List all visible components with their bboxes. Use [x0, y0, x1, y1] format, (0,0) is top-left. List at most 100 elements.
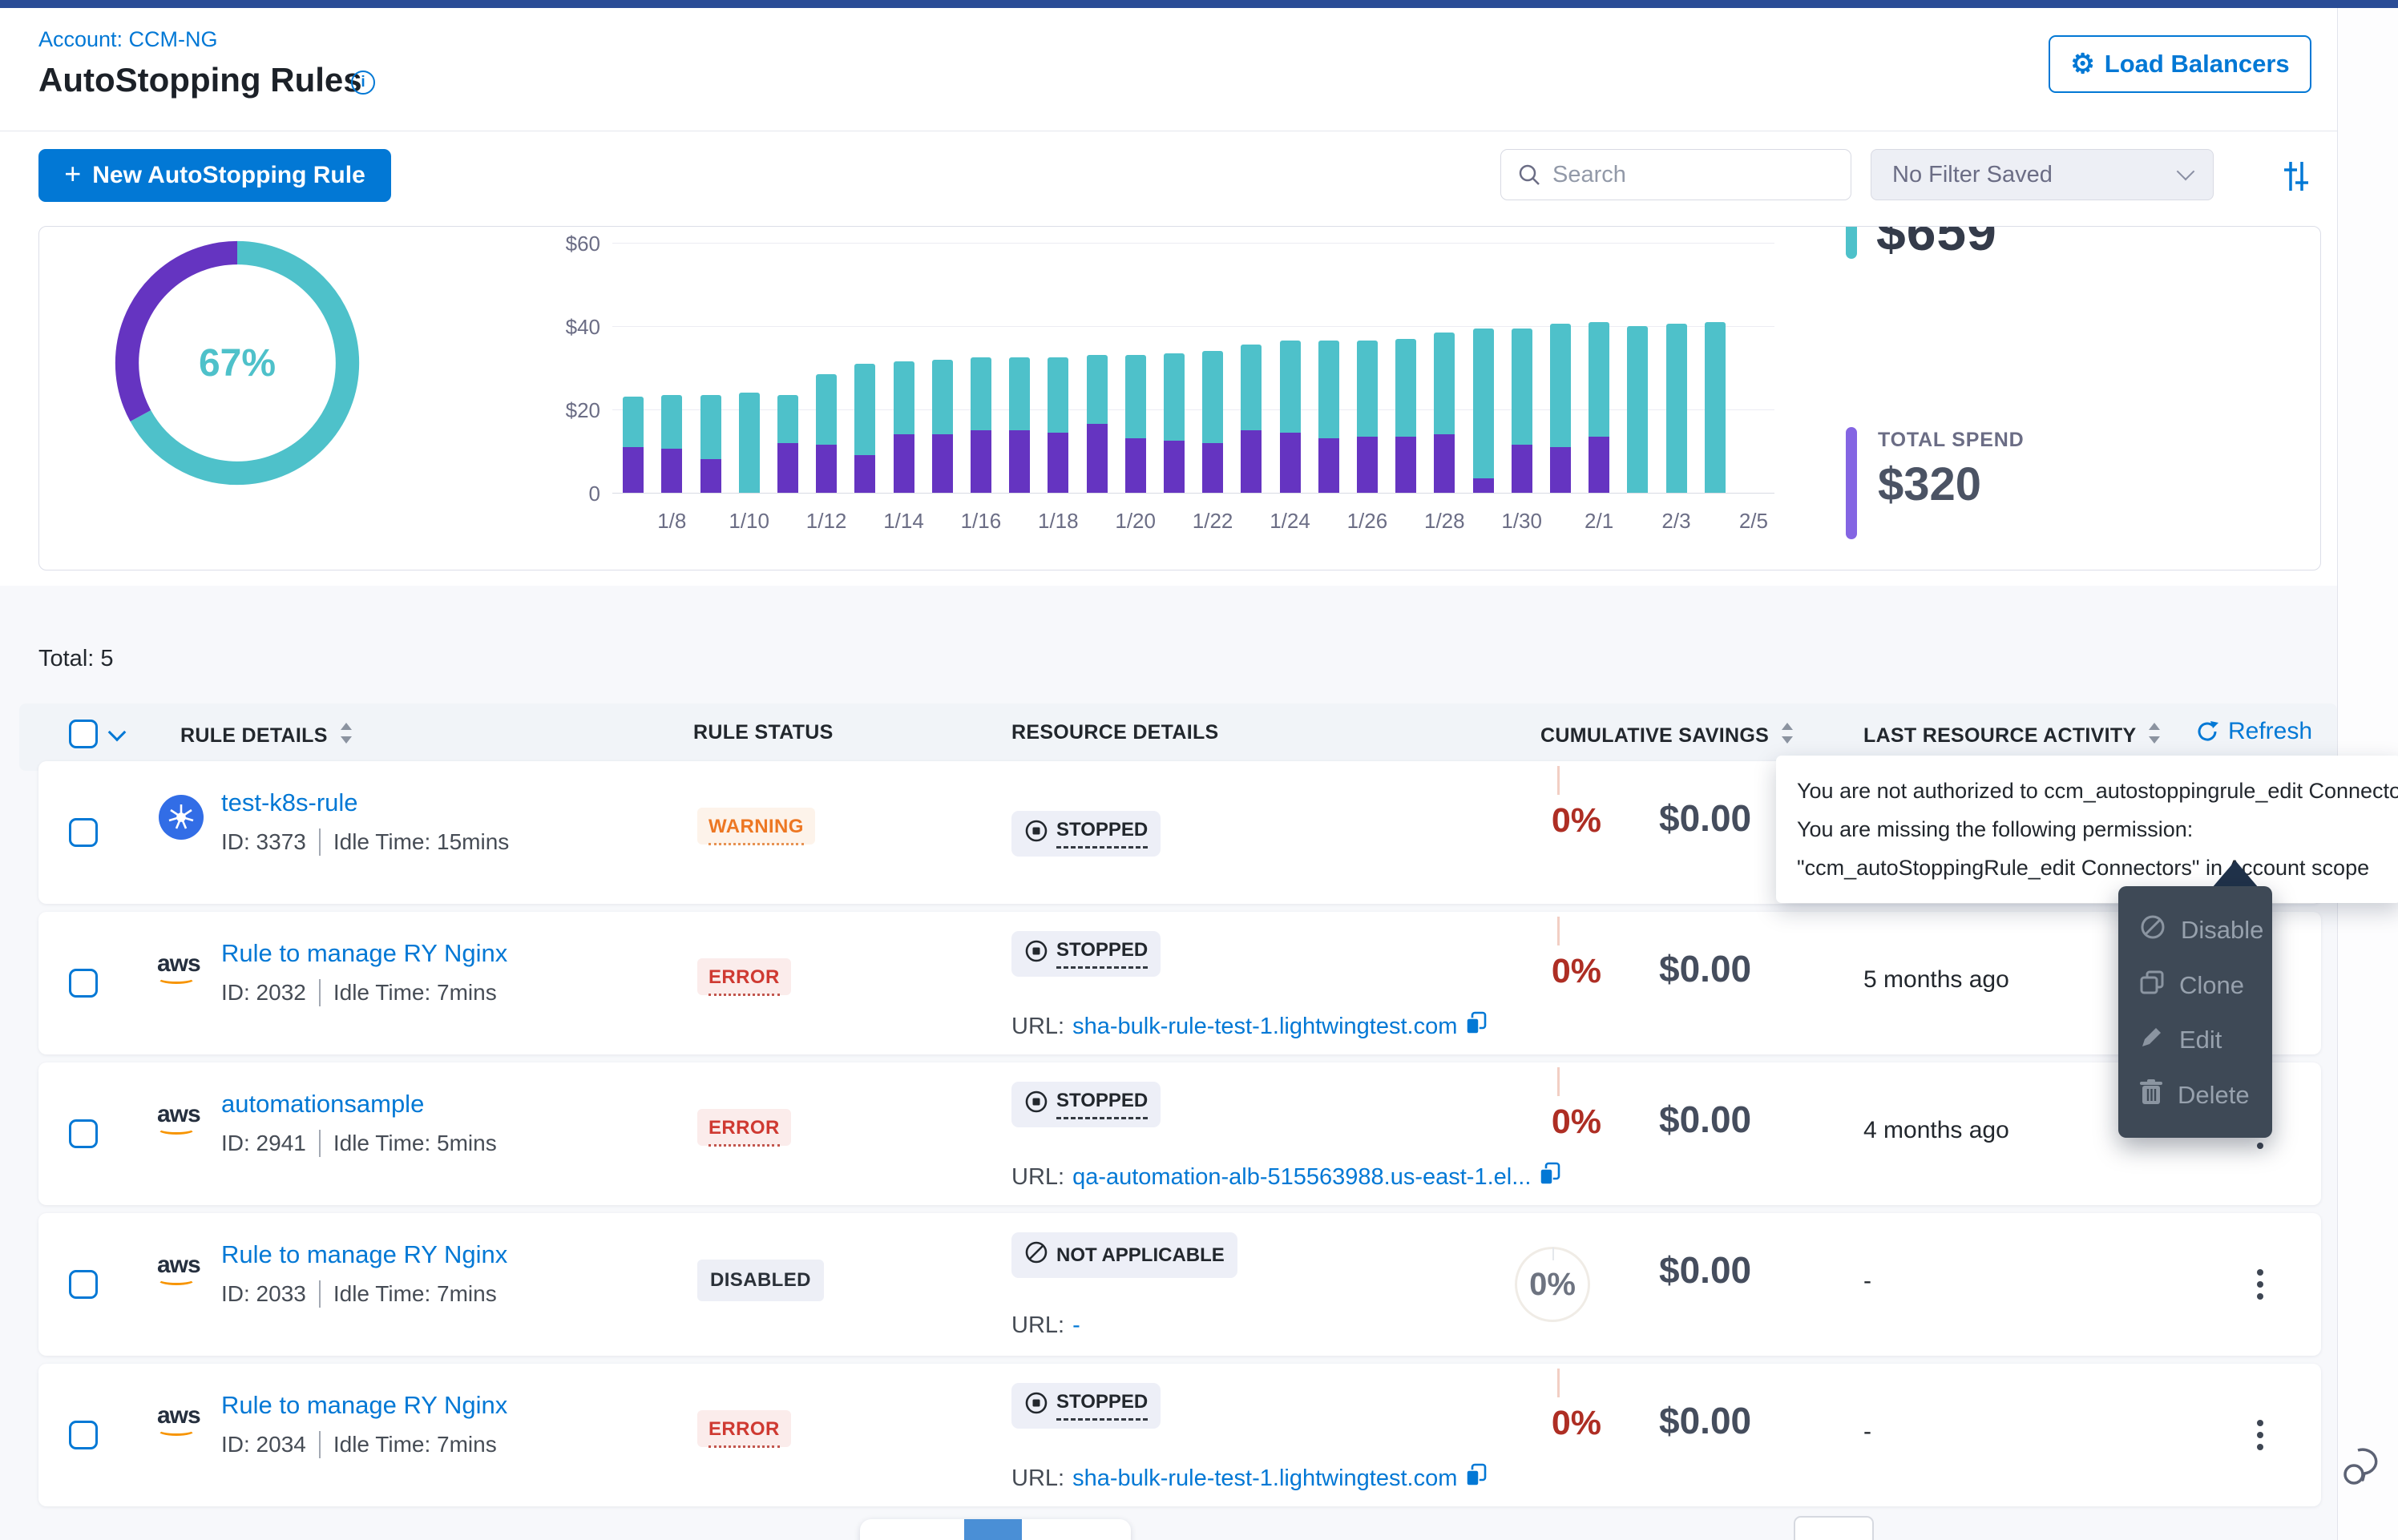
sort-icon[interactable] — [339, 721, 353, 751]
spend-bar-segment — [1202, 443, 1223, 493]
bar-slot — [1310, 243, 1348, 493]
menu-item-disable[interactable]: Disable — [2118, 902, 2272, 958]
rule-name-link[interactable]: automationsample — [221, 1090, 424, 1119]
bar-slot — [1000, 243, 1039, 493]
menu-item-label: Clone — [2179, 971, 2244, 1000]
spend-bar-segment — [623, 447, 644, 493]
resource-url-link[interactable]: sha-bulk-rule-test-1.lightwingtest.com — [1072, 1014, 1457, 1040]
aws-icon: aws — [157, 952, 208, 1000]
row-context-menu: Disable Clone Edit Delete — [2118, 886, 2272, 1138]
savings-bar-segment — [1048, 357, 1068, 433]
savings-bar-segment — [1241, 345, 1262, 430]
savings-percentage: 0% — [1505, 1404, 1601, 1443]
menu-item-clone[interactable]: Clone — [2118, 958, 2272, 1013]
savings-amount: $0.00 — [1659, 947, 1751, 990]
info-icon[interactable]: i — [351, 71, 375, 95]
resource-url-link[interactable]: qa-automation-alb-515563988.us-east-1.el… — [1072, 1164, 1531, 1191]
rule-name-link[interactable]: Rule to manage RY Nginx — [221, 939, 507, 968]
refresh-button[interactable]: Refresh — [2194, 718, 2312, 745]
spend-bar-segment — [1009, 430, 1030, 493]
not-applicable-icon — [1024, 1240, 1048, 1270]
savings-bar-segment — [1550, 324, 1571, 446]
edit-icon — [2139, 1024, 2165, 1056]
table-row[interactable]: awsRule to manage RY NginxID: 2032Idle T… — [38, 912, 2321, 1054]
row-options-kebab[interactable] — [2244, 1409, 2276, 1461]
resource-url-link[interactable]: - — [1072, 1312, 1080, 1339]
x-tick-label: 1/8 — [640, 509, 704, 534]
table-row[interactable]: awsautomationsampleID: 2941Idle Time: 5m… — [38, 1062, 2321, 1205]
bar-slot — [1734, 243, 1773, 493]
savings-bar-segment — [894, 361, 914, 434]
bar-slot — [1463, 243, 1502, 493]
savings-percentage-ring: 0% — [1515, 1247, 1590, 1322]
total-spend-label: TOTAL SPEND — [1878, 429, 2024, 452]
resource-url-link[interactable]: sha-bulk-rule-test-1.lightwingtest.com — [1072, 1465, 1457, 1492]
bar-slot — [962, 243, 1000, 493]
bar-slot — [691, 243, 729, 493]
bar-slot — [1503, 243, 1541, 493]
row-checkbox[interactable] — [69, 1119, 98, 1148]
chat-help-icon[interactable] — [2342, 1444, 2388, 1492]
row-checkbox[interactable] — [69, 818, 98, 847]
rule-name-link[interactable]: Rule to manage RY Nginx — [221, 1391, 507, 1420]
savings-amount: $0.00 — [1659, 1399, 1751, 1442]
pagination-bar[interactable] — [860, 1519, 1131, 1540]
savings-ring-tick — [1557, 1067, 1560, 1096]
tooltip-line: You are missing the following permission… — [1797, 810, 2380, 849]
y-tick-20: $20 — [536, 398, 600, 423]
select-all-checkbox[interactable] — [69, 720, 98, 748]
spend-bar-segment — [1241, 430, 1262, 493]
row-options-kebab[interactable] — [2244, 1258, 2276, 1311]
row-checkbox[interactable] — [69, 1270, 98, 1299]
new-autostopping-rule-button[interactable]: + New AutoStopping Rule — [38, 149, 391, 202]
saved-filter-dropdown[interactable]: No Filter Saved — [1871, 149, 2214, 200]
copy-icon[interactable] — [1539, 1162, 1561, 1192]
rule-name-link[interactable]: test-k8s-rule — [221, 788, 358, 817]
filter-sliders-icon[interactable] — [2278, 159, 2313, 194]
page-size-select[interactable] — [1794, 1516, 1874, 1540]
x-tick-label: 1/20 — [1104, 509, 1168, 534]
summary-chart-card: 67% $60 $40 $20 0 1/81/101/121/141/161/1… — [38, 226, 2321, 570]
sort-icon[interactable] — [2147, 721, 2162, 751]
permission-tooltip: You are not authorized to ccm_autostoppi… — [1776, 756, 2398, 903]
menu-item-edit[interactable]: Edit — [2118, 1013, 2272, 1067]
spend-legend-bar — [1846, 427, 1857, 539]
x-tick-label: 1/16 — [949, 509, 1013, 534]
spend-bar-segment — [1125, 438, 1146, 493]
breadcrumb-account[interactable]: Account: CCM-NG — [38, 27, 218, 52]
savings-bar-segment — [700, 395, 721, 460]
x-tick-label: 2/5 — [1722, 509, 1786, 534]
column-last-resource-activity[interactable]: LAST RESOURCE ACTIVITY — [1863, 721, 2162, 751]
spend-bar-segment — [1087, 424, 1108, 493]
url-prefix: URL: — [1011, 1164, 1064, 1191]
bar-slot — [923, 243, 962, 493]
url-prefix: URL: — [1011, 1465, 1064, 1492]
copy-icon[interactable] — [1465, 1011, 1488, 1042]
sort-icon[interactable] — [1780, 721, 1794, 751]
table-row[interactable]: awsRule to manage RY NginxID: 2033Idle T… — [38, 1213, 2321, 1356]
menu-item-label: Delete — [2178, 1081, 2250, 1110]
context-menu-caret — [2212, 861, 2259, 888]
pagination-current-page[interactable] — [964, 1519, 1022, 1540]
spend-bar-segment — [971, 430, 991, 493]
resource-state-badge: NOT APPLICABLE — [1011, 1232, 1237, 1278]
savings-bar-segment — [1125, 355, 1146, 438]
y-tick-0: 0 — [536, 482, 600, 506]
rule-name-link[interactable]: Rule to manage RY Nginx — [221, 1240, 507, 1269]
x-tick-label: 1/30 — [1490, 509, 1554, 534]
last-activity: - — [1863, 1418, 1871, 1445]
savings-bar-segment — [1434, 333, 1455, 434]
row-checkbox[interactable] — [69, 969, 98, 998]
resource-state-badge: STOPPED — [1011, 1383, 1161, 1429]
column-cumulative-savings[interactable]: CUMULATIVE SAVINGS — [1540, 721, 1794, 751]
spend-bar-segment — [816, 445, 837, 493]
row-checkbox[interactable] — [69, 1421, 98, 1449]
menu-item-delete[interactable]: Delete — [2118, 1067, 2272, 1123]
load-balancers-button[interactable]: ⚙ Load Balancers — [2049, 35, 2311, 93]
column-rule-details[interactable]: RULE DETAILS — [180, 721, 353, 751]
table-row[interactable]: awsRule to manage RY NginxID: 2034Idle T… — [38, 1364, 2321, 1506]
chevron-down-icon — [2177, 163, 2195, 181]
bar-slot — [1232, 243, 1270, 493]
search-input[interactable] — [1552, 162, 1809, 188]
copy-icon[interactable] — [1465, 1463, 1488, 1494]
